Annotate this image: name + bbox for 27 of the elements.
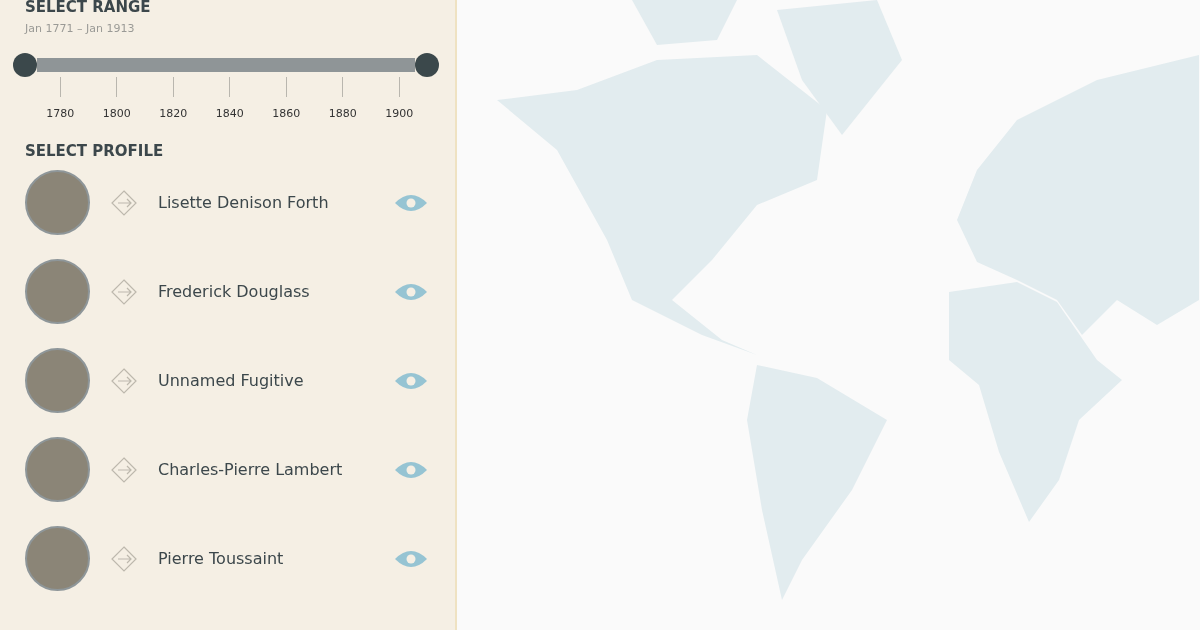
slider-handle[interactable] xyxy=(415,53,439,77)
axis-tick-label: 1840 xyxy=(215,107,244,120)
axis-tick-label: 1800 xyxy=(102,107,131,120)
date-range-text: Jan 1771 – Jan 1913 xyxy=(25,22,136,35)
profile-name[interactable]: Frederick Douglass xyxy=(158,282,388,301)
eye-icon[interactable] xyxy=(394,459,428,480)
eye-icon[interactable] xyxy=(394,370,428,391)
eye-icon[interactable] xyxy=(394,192,428,213)
diamond-arrow-icon[interactable] xyxy=(111,189,137,216)
diamond-arrow-icon[interactable] xyxy=(111,278,137,305)
profile-name[interactable]: Lisette Denison Forth xyxy=(158,193,388,212)
axis-tick-label: 1860 xyxy=(272,107,301,120)
axis-tick-label: 1900 xyxy=(385,107,414,120)
eye-icon[interactable] xyxy=(394,548,428,569)
diamond-arrow-icon[interactable] xyxy=(111,545,137,572)
section-title: SELECT RANGE xyxy=(25,0,152,16)
eye-icon[interactable] xyxy=(394,281,428,302)
profile-name[interactable]: Unnamed Fugitive xyxy=(158,371,388,390)
profile-name[interactable]: Charles-Pierre Lambert xyxy=(158,460,388,479)
axis-tick-label: 1880 xyxy=(328,107,357,120)
slider-handle[interactable] xyxy=(13,53,37,77)
section-title: SELECT PROFILE xyxy=(25,142,165,160)
profile-name[interactable]: Pierre Toussaint xyxy=(158,549,388,568)
diamond-arrow-icon[interactable] xyxy=(111,456,137,483)
axis-tick-label: 1820 xyxy=(159,107,188,120)
axis-tick-label: 1780 xyxy=(46,107,75,120)
diamond-arrow-icon[interactable] xyxy=(111,367,137,394)
